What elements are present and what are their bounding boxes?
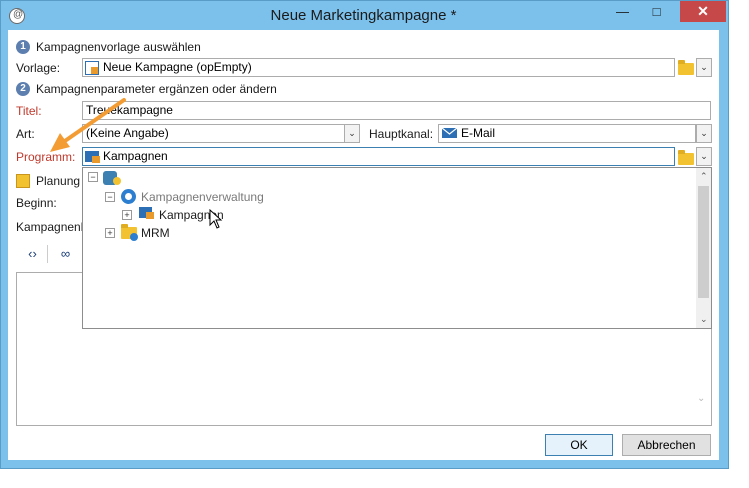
template-icon bbox=[85, 61, 99, 75]
tree-item-kampagnenverwaltung-expander[interactable]: − bbox=[105, 192, 115, 202]
art-label: Art: bbox=[16, 127, 35, 141]
annotation-arrow-icon bbox=[50, 98, 126, 152]
step-2-badge: 2 bbox=[16, 82, 30, 96]
maximize-button[interactable]: □ bbox=[643, 2, 670, 22]
tree-item-kampagnenverwaltung[interactable]: Kampagnenverwaltung bbox=[141, 190, 264, 204]
close-button[interactable]: ✕ bbox=[680, 1, 726, 22]
binoculars-icon[interactable]: ∞ bbox=[53, 243, 78, 265]
beginn-label: Beginn: bbox=[16, 196, 57, 210]
tree-root-expander[interactable]: − bbox=[88, 172, 98, 182]
vorlage-value: Neue Kampagne (opEmpty) bbox=[103, 60, 252, 74]
title-bar[interactable]: @ Neue Marketingkampagne * — □ ✕ bbox=[1, 1, 726, 30]
titel-label: Titel: bbox=[16, 104, 42, 118]
calendar-icon bbox=[16, 174, 30, 188]
mrm-badge-icon bbox=[130, 233, 138, 241]
ok-button[interactable]: OK bbox=[545, 434, 613, 456]
step-1-heading: Kampagnenvorlage auswählen bbox=[36, 40, 201, 54]
vorlage-label: Vorlage: bbox=[16, 61, 61, 75]
email-icon bbox=[442, 128, 457, 138]
step-1-badge: 1 bbox=[16, 40, 30, 54]
art-dropdown-button[interactable]: ⌄ bbox=[344, 124, 360, 143]
programm-dropdown-button[interactable]: ⌄ bbox=[696, 147, 712, 166]
hauptkanal-select[interactable]: E-Mail bbox=[438, 124, 696, 143]
kampagnen-label: Kampagnenl bbox=[16, 220, 82, 234]
step-2-heading: Kampagnenparameter ergänzen oder ändern bbox=[36, 82, 277, 96]
tree-scroll-thumb[interactable] bbox=[698, 186, 709, 298]
programm-field[interactable]: Kampagnen bbox=[82, 147, 675, 166]
tree-item-mrm[interactable]: MRM bbox=[141, 226, 170, 240]
hauptkanal-dropdown-button[interactable]: ⌄ bbox=[696, 124, 712, 143]
vorlage-field[interactable]: Neue Kampagne (opEmpty) bbox=[82, 58, 675, 77]
planung-label: Planung bbox=[36, 174, 81, 188]
tree-item-kampagnen-expander[interactable]: + bbox=[122, 210, 132, 220]
source-code-icon[interactable]: ‹› bbox=[20, 243, 45, 265]
campaign-folder-badge-icon bbox=[146, 212, 154, 219]
database-badge-icon bbox=[113, 177, 121, 185]
hauptkanal-value: E-Mail bbox=[461, 126, 496, 140]
textarea-scroll-down-icon[interactable]: ⌄ bbox=[697, 393, 705, 404]
titel-input[interactable]: Treuekampagne bbox=[82, 101, 711, 120]
mouse-cursor-icon bbox=[209, 209, 223, 229]
tree-scroll-down-icon[interactable]: ⌄ bbox=[700, 314, 708, 325]
hauptkanal-label: Hauptkanal: bbox=[369, 127, 434, 141]
tree-item-mrm-expander[interactable]: + bbox=[105, 228, 115, 238]
cancel-button[interactable]: Abbrechen bbox=[622, 434, 711, 456]
tree-scroll-up-icon[interactable]: ⌃ bbox=[700, 171, 708, 182]
vorlage-dropdown-button[interactable]: ⌄ bbox=[696, 58, 712, 77]
minimize-button[interactable]: — bbox=[609, 2, 636, 22]
campaign-management-icon bbox=[121, 189, 136, 204]
toolbar-separator bbox=[47, 245, 48, 263]
